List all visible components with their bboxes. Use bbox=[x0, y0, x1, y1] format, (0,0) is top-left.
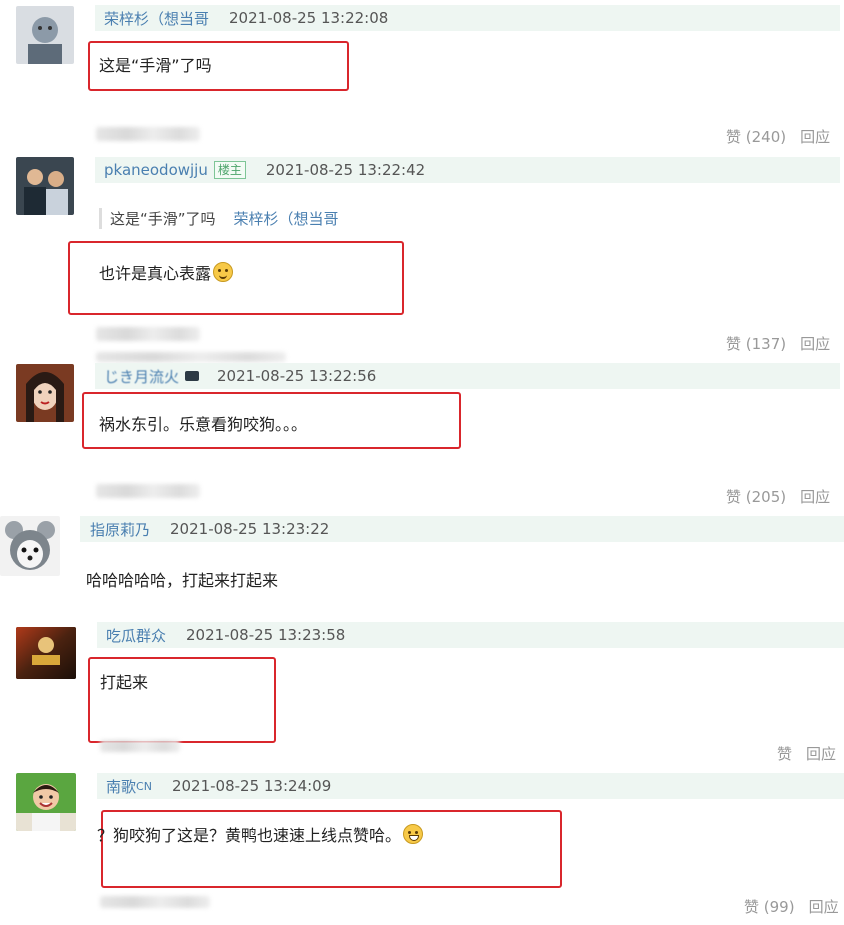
username-link[interactable]: 吃瓜群众 bbox=[106, 625, 166, 646]
reply-button[interactable]: 回应 bbox=[800, 335, 830, 353]
reply-button[interactable]: 回应 bbox=[806, 745, 836, 763]
blurred-region bbox=[100, 740, 180, 752]
comment-header: じき月流火 2021-08-25 13:22:56 bbox=[95, 363, 840, 389]
username-link[interactable]: pkaneodowjju bbox=[104, 161, 208, 179]
user-badge-icon bbox=[185, 371, 200, 381]
timestamp: 2021-08-25 13:23:22 bbox=[170, 520, 330, 538]
username-link[interactable]: 指原莉乃 bbox=[90, 519, 150, 540]
comment-actions: 赞 (240) 回应 bbox=[726, 126, 830, 147]
like-button[interactable]: 赞 (137) bbox=[726, 335, 786, 353]
comment-actions: 赞 (137) 回应 bbox=[726, 333, 830, 354]
op-badge: 楼主 bbox=[213, 161, 246, 179]
comment-text: 哈哈哈哈哈，打起来打起来 bbox=[86, 571, 279, 590]
timestamp: 2021-08-25 13:22:56 bbox=[217, 367, 377, 385]
blurred-region bbox=[96, 484, 200, 498]
comment-header: 吃瓜群众 2021-08-25 13:23:58 bbox=[97, 622, 844, 648]
comment-text-wrap: ？狗咬狗了这是？黄鸭也速速上线点赞哈。 bbox=[97, 822, 424, 846]
blurred-region bbox=[96, 352, 286, 362]
quote-text: 这是“手滑”了吗 bbox=[110, 210, 216, 228]
comment-text: 这是“手滑”了吗 bbox=[99, 56, 212, 75]
username-link[interactable]: 南歌 bbox=[106, 776, 136, 797]
like-button[interactable]: 赞 (205) bbox=[726, 488, 786, 506]
reply-button[interactable]: 回应 bbox=[809, 898, 839, 916]
comment-header: pkaneodowjju 楼主 2021-08-25 13:22:42 bbox=[95, 157, 840, 183]
avatar-image bbox=[16, 627, 76, 679]
comment-header: 南歌 CN 2021-08-25 13:24:09 bbox=[97, 773, 844, 799]
comment-text-wrap: 也许是真心表露 bbox=[99, 260, 234, 284]
comment-text: 打起来 bbox=[100, 673, 149, 692]
comment-actions: 赞 (99) 回应 bbox=[744, 896, 839, 917]
quote-username[interactable]: 荣梓杉（想当哥 bbox=[234, 210, 339, 228]
timestamp: 2021-08-25 13:24:09 bbox=[171, 777, 332, 795]
username-link[interactable]: じき月流火 bbox=[104, 366, 179, 387]
blurred-region bbox=[96, 327, 200, 341]
avatar-image bbox=[16, 773, 76, 831]
blurred-region bbox=[100, 896, 210, 908]
avatar[interactable] bbox=[16, 6, 74, 64]
timestamp: 2021-08-25 13:22:08 bbox=[229, 9, 389, 27]
like-button[interactable]: 赞 (99) bbox=[744, 898, 795, 916]
comment-header: 指原莉乃 2021-08-25 13:23:22 bbox=[80, 516, 844, 542]
comment-text: 也许是真心表露 bbox=[99, 264, 212, 283]
timestamp: 2021-08-25 13:22:42 bbox=[265, 161, 426, 179]
avatar-image bbox=[16, 364, 74, 422]
smile-emoji-icon bbox=[213, 262, 234, 282]
reply-button[interactable]: 回应 bbox=[800, 128, 830, 146]
comment-text: 祸水东引。乐意看狗咬狗。。。 bbox=[99, 415, 308, 434]
comment-text: ？狗咬狗了这是？黄鸭也速速上线点赞哈。 bbox=[97, 826, 402, 845]
avatar-image bbox=[16, 6, 74, 64]
avatar[interactable] bbox=[16, 627, 76, 679]
avatar[interactable] bbox=[16, 773, 76, 831]
avatar-image bbox=[0, 516, 60, 576]
like-button[interactable]: 赞 bbox=[777, 745, 792, 763]
comment-actions: 赞回应 bbox=[777, 743, 836, 764]
comment-header: 荣梓杉（想当哥 2021-08-25 13:22:08 bbox=[95, 5, 840, 31]
timestamp: 2021-08-25 13:23:58 bbox=[186, 626, 346, 644]
quoted-reply: 这是“手滑”了吗 荣梓杉（想当哥 bbox=[99, 208, 339, 229]
avatar[interactable] bbox=[16, 364, 74, 422]
blurred-region bbox=[96, 127, 200, 141]
username-suffix: CN bbox=[136, 779, 152, 793]
grin-emoji-icon bbox=[403, 824, 424, 844]
avatar[interactable] bbox=[16, 157, 74, 215]
like-button[interactable]: 赞 (240) bbox=[726, 128, 786, 146]
reply-button[interactable]: 回应 bbox=[800, 488, 830, 506]
avatar[interactable] bbox=[0, 516, 60, 576]
comment-actions: 赞 (205) 回应 bbox=[726, 486, 830, 507]
username-link[interactable]: 荣梓杉（想当哥 bbox=[104, 8, 209, 29]
avatar-image bbox=[16, 157, 74, 215]
